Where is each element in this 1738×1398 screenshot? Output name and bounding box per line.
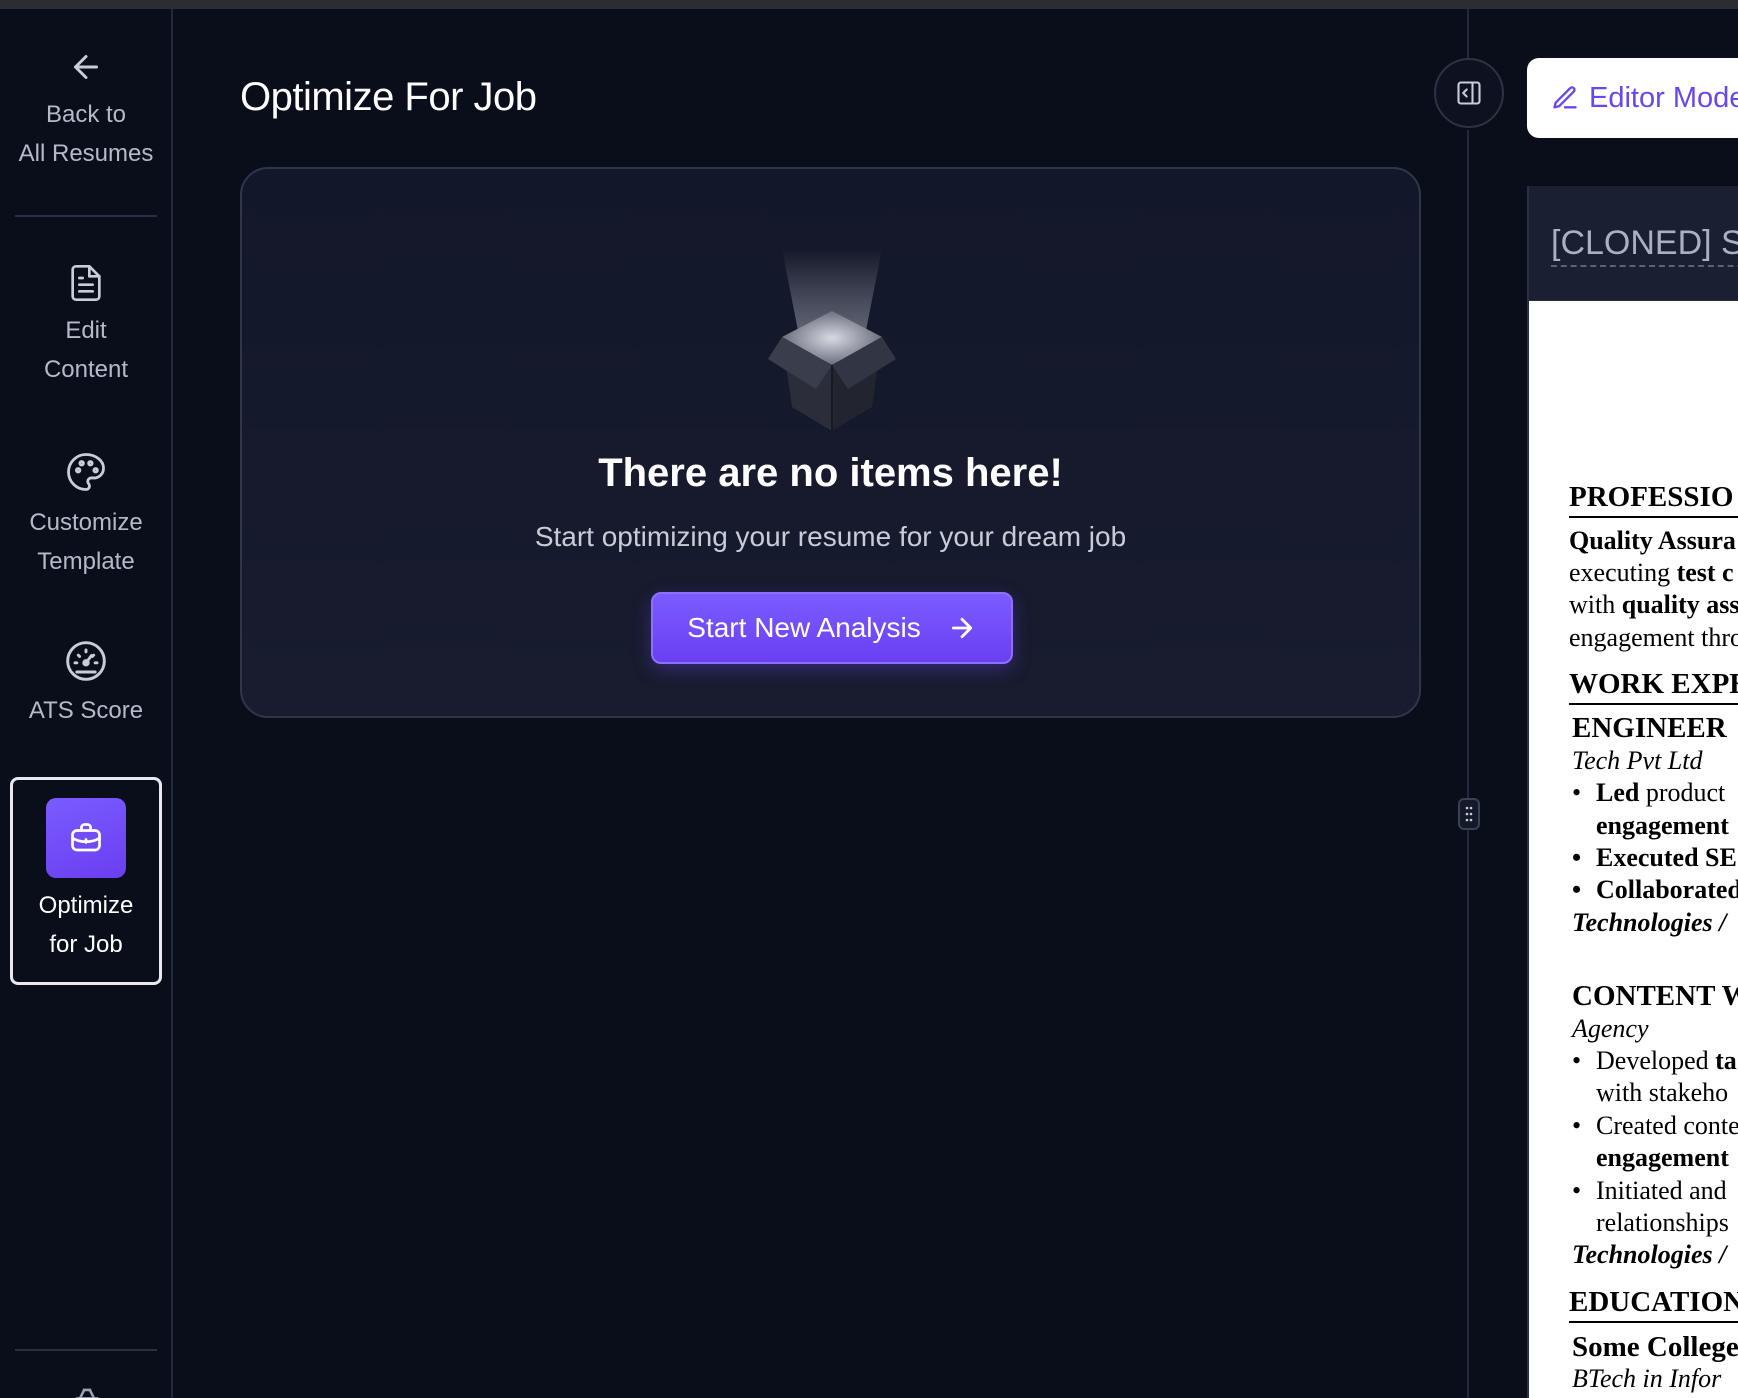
bullet-continuation: with stakeho xyxy=(1596,1078,1729,1107)
sidebar-divider xyxy=(15,215,157,217)
section-heading: EDUCATION xyxy=(1569,1286,1738,1323)
page-title: Optimize For Job xyxy=(240,75,537,119)
resume-text-part: with xyxy=(1569,590,1622,619)
main-panel: Optimize For Job There are no items here… xyxy=(175,9,1468,1398)
bullet-item: Led product xyxy=(1572,777,1726,810)
panel-divider xyxy=(1467,9,1469,58)
resume-name[interactable]: [CLONED] Sa xyxy=(1551,224,1738,267)
bullet-item: Initiated and xyxy=(1572,1175,1727,1208)
bullet-continuation: engagement xyxy=(1596,811,1729,840)
basket-icon[interactable] xyxy=(70,1387,104,1398)
job-title: ENGINEER xyxy=(1572,712,1727,744)
editor-mode-label: Editor Mode xyxy=(1589,81,1738,114)
resume-text-bold: test c xyxy=(1676,558,1734,587)
empty-state-card: There are no items here! Start optimizin… xyxy=(240,167,1421,718)
bullet-item: Collaborated xyxy=(1572,874,1738,907)
school-name: Some College xyxy=(1572,1331,1738,1363)
window-top-bar xyxy=(0,0,1738,9)
grip-icon xyxy=(1465,806,1473,822)
empty-state-title: There are no items here! xyxy=(598,451,1063,495)
resize-handle[interactable] xyxy=(1458,798,1480,830)
start-new-analysis-button[interactable]: Start New Analysis xyxy=(651,592,1013,664)
collapse-panel-button[interactable] xyxy=(1434,58,1504,128)
resume-text-part: executing xyxy=(1569,558,1677,587)
bullet-continuation: engagement xyxy=(1596,1143,1729,1172)
sidebar-item-label: Optimize for Job xyxy=(38,892,134,958)
sidebar-divider xyxy=(15,1349,157,1351)
sidebar-item-optimize-for-job[interactable]: Optimize for Job xyxy=(10,777,162,985)
resume-name-header: [CLONED] Sa xyxy=(1529,186,1738,301)
bullet-item: Executed SE xyxy=(1572,842,1737,875)
resume-text-bold: Led xyxy=(1596,778,1640,807)
gauge-icon xyxy=(66,641,106,681)
bullet-continuation: relationships xyxy=(1596,1208,1729,1237)
editor-mode-button[interactable]: Editor Mode xyxy=(1527,58,1738,138)
resume-preview: [CLONED] Sa PROFESSIO Quality Assura exe… xyxy=(1527,186,1738,1398)
resume-text: executing test c xyxy=(1569,557,1734,590)
sidebar-item-label: Edit Content xyxy=(43,317,129,383)
resume-text-bold: ta xyxy=(1715,1046,1737,1075)
arrow-right-icon xyxy=(951,617,972,639)
sidebar: Back to All Resumes Edit Content Customi… xyxy=(0,9,173,1398)
palette-icon xyxy=(67,453,105,491)
briefcase-icon xyxy=(71,823,101,852)
degree-name: BTech in Infor xyxy=(1572,1364,1722,1393)
arrow-left-icon xyxy=(74,55,98,79)
empty-state-subtitle: Start optimizing your resume for your dr… xyxy=(534,521,1127,552)
open-box-icon xyxy=(742,249,922,449)
panel-collapse-icon xyxy=(1457,81,1481,105)
back-label: Back to All Resumes xyxy=(18,101,154,167)
job-title: CONTENT W xyxy=(1572,980,1738,1012)
resume-text-part: product xyxy=(1639,778,1726,807)
technologies-line: Technologies / xyxy=(1572,1240,1727,1269)
resume-text: engagement thro xyxy=(1569,623,1738,652)
sidebar-item-ats-score[interactable]: ATS Score xyxy=(10,639,162,730)
resume-text: with quality ass xyxy=(1569,589,1738,622)
sidebar-item-customize-template[interactable]: Customize Template xyxy=(10,451,162,581)
file-text-icon xyxy=(71,265,101,301)
optimize-icon-tile xyxy=(46,798,126,878)
sidebar-item-label: Customize Template xyxy=(29,509,143,575)
resume-text-part: Developed xyxy=(1596,1046,1716,1075)
section-heading: PROFESSIO xyxy=(1569,481,1738,518)
panel-divider xyxy=(1467,130,1469,1398)
company-name: Agency xyxy=(1572,1014,1649,1043)
sidebar-item-edit-content[interactable]: Edit Content xyxy=(10,261,162,389)
resume-text-bold: quality ass xyxy=(1621,590,1738,619)
company-name: Tech Pvt Ltd xyxy=(1572,746,1703,775)
bullet-item: Developed ta xyxy=(1572,1045,1737,1078)
start-new-analysis-label: Start New Analysis xyxy=(687,612,921,643)
pencil-icon xyxy=(1553,86,1577,109)
section-heading: WORK EXPE xyxy=(1569,668,1738,705)
bullet-item: Created conte xyxy=(1572,1110,1738,1143)
resume-text: Quality Assura xyxy=(1569,526,1736,555)
back-to-all-resumes-button[interactable]: Back to All Resumes xyxy=(10,49,162,173)
sidebar-item-label: ATS Score xyxy=(28,697,144,724)
technologies-line: Technologies / xyxy=(1572,908,1727,937)
